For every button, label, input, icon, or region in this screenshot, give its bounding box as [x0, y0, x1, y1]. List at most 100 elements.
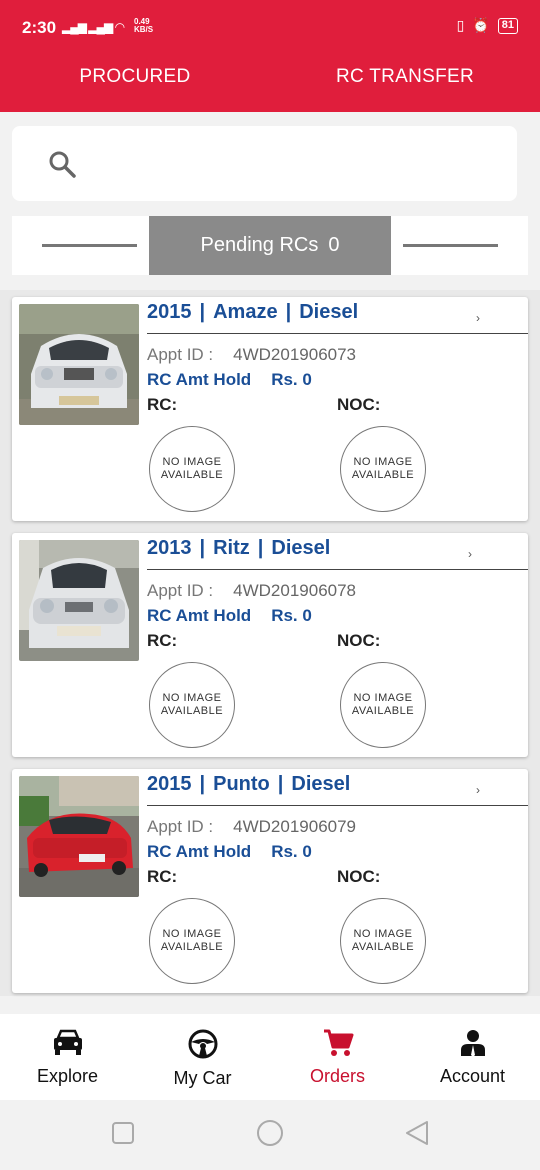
nav-orders[interactable]: Orders	[270, 1014, 405, 1100]
search-input[interactable]	[12, 126, 517, 201]
no-image-line1: NO IMAGE	[353, 692, 413, 704]
divider-left	[42, 244, 137, 247]
noc-image-placeholder[interactable]: NO IMAGE AVAILABLE	[340, 662, 426, 748]
chevron-right-icon[interactable]: ›	[468, 547, 472, 561]
appt-row: Appt ID : 4WD201906078	[147, 581, 356, 601]
car-photo	[19, 776, 139, 897]
appt-label: Appt ID :	[147, 581, 214, 600]
car-year: 2015	[147, 301, 192, 323]
app-header: 2:30 ▂▄▆ ▂▄▆ ◠ 0.49 KB/S ▯ ⏰ 81 PROCURED…	[0, 0, 540, 112]
alarm-icon: ⏰	[472, 17, 490, 33]
system-nav-bar	[0, 1100, 540, 1170]
pending-rcs-bar: Pending RCs 0	[12, 216, 528, 275]
nav-label: Explore	[36, 1066, 99, 1086]
noc-label: NOC:	[337, 631, 381, 650]
title-divider	[147, 805, 528, 806]
no-image-line1: NO IMAGE	[353, 928, 413, 940]
chevron-right-icon[interactable]: ›	[476, 311, 480, 325]
rc-card[interactable]: 2015 | Punto | Diesel › Appt ID : 4WD20190607…	[12, 769, 528, 993]
noc-image-placeholder[interactable]: NO IMAGE AVAILABLE	[340, 426, 426, 512]
signal-icon: ▂▄▆ ▂▄▆ ◠	[62, 20, 125, 34]
no-image-line1: NO IMAGE	[162, 456, 222, 468]
bottom-nav: Explore My Car Orders Account	[0, 1014, 540, 1100]
car-photo	[19, 304, 139, 425]
no-image-line2: AVAILABLE	[351, 705, 415, 717]
tab-rc-transfer[interactable]: RC TRANSFER	[270, 56, 540, 98]
car-model: Punto	[213, 773, 270, 795]
search-icon	[49, 151, 76, 178]
car-title: 2015 | Amaze | Diesel	[147, 301, 359, 323]
car-fuel: Diesel	[291, 773, 351, 795]
title-divider	[147, 569, 528, 570]
divider-right	[403, 244, 498, 247]
status-right: ▯ ⏰ 81	[457, 17, 518, 34]
rc-amount-label: RC Amt Hold	[147, 606, 252, 625]
rc-label: RC:	[147, 867, 178, 886]
noc-image-placeholder[interactable]: NO IMAGE AVAILABLE	[340, 898, 426, 984]
car-fuel: Diesel	[299, 301, 359, 323]
no-image-line2: AVAILABLE	[160, 941, 224, 953]
no-image-line1: NO IMAGE	[162, 692, 222, 704]
back-icon[interactable]	[406, 1121, 428, 1145]
status-time: 2:30	[22, 18, 57, 37]
tab-procured[interactable]: PROCURED	[0, 56, 270, 98]
nav-explore[interactable]: Explore	[0, 1014, 135, 1100]
car-title: 2013 | Ritz | Diesel	[147, 537, 331, 559]
appt-row: Appt ID : 4WD201906073	[147, 345, 356, 365]
pending-label: Pending RCs	[200, 234, 319, 256]
net-speed: 0.49 KB/S	[134, 18, 153, 34]
no-image-line2: AVAILABLE	[351, 941, 415, 953]
no-image-line1: NO IMAGE	[353, 456, 413, 468]
nav-account[interactable]: Account	[405, 1014, 540, 1100]
rc-amount-label: RC Amt Hold	[147, 370, 252, 389]
home-icon[interactable]	[257, 1120, 283, 1146]
title-divider	[147, 333, 528, 334]
cart-icon	[323, 1029, 353, 1056]
car-year: 2013	[147, 537, 192, 559]
pending-count: 0	[328, 234, 340, 256]
account-icon	[460, 1030, 485, 1057]
net-speed-unit: KB/S	[134, 25, 154, 34]
appt-id: 4WD201906073	[233, 345, 357, 364]
rc-amount-row: RC Amt Hold Rs. 0	[147, 842, 312, 862]
car-fuel: Diesel	[271, 537, 331, 559]
rc-amount-value: Rs. 0	[271, 370, 312, 389]
car-year: 2015	[147, 773, 192, 795]
noc-label: NOC:	[337, 867, 381, 886]
car-icon	[53, 1029, 82, 1055]
no-image-line2: AVAILABLE	[351, 469, 415, 481]
rc-amount-row: RC Amt Hold Rs. 0	[147, 606, 312, 626]
rc-card[interactable]: 2015 | Amaze | Diesel › Appt ID : 4WD20190607…	[12, 297, 528, 521]
rc-image-placeholder[interactable]: NO IMAGE AVAILABLE	[149, 898, 235, 984]
rc-amount-row: RC Amt Hold Rs. 0	[147, 370, 312, 390]
status-bar: 2:30 ▂▄▆ ▂▄▆ ◠ 0.49 KB/S ▯ ⏰ 81	[0, 0, 540, 56]
appt-label: Appt ID :	[147, 345, 214, 364]
steering-wheel-icon	[188, 1029, 217, 1059]
rc-card[interactable]: 2013 | Ritz | Diesel › Appt ID : 4WD201906078…	[12, 533, 528, 757]
rc-label: RC:	[147, 395, 178, 414]
nav-my-car[interactable]: My Car	[135, 1014, 270, 1100]
car-title: 2015 | Punto | Diesel	[147, 773, 351, 795]
appt-id: 4WD201906079	[233, 817, 357, 836]
appt-label: Appt ID :	[147, 817, 214, 836]
car-photo	[19, 540, 139, 661]
rc-amount-value: Rs. 0	[271, 606, 312, 625]
no-image-line1: NO IMAGE	[162, 928, 222, 940]
vibrate-icon: ▯	[456, 17, 465, 33]
nav-label: Orders	[309, 1066, 365, 1086]
recents-icon[interactable]	[112, 1122, 134, 1144]
nav-label: My Car	[173, 1068, 232, 1088]
appt-row: Appt ID : 4WD201906079	[147, 817, 356, 837]
no-image-line2: AVAILABLE	[160, 469, 224, 481]
top-tabs: PROCURED RC TRANSFER	[0, 56, 540, 98]
rc-image-placeholder[interactable]: NO IMAGE AVAILABLE	[149, 426, 235, 512]
battery-icon: 81	[497, 17, 518, 34]
rc-label: RC:	[147, 631, 178, 650]
pending-rcs-pill[interactable]: Pending RCs 0	[149, 216, 391, 275]
chevron-right-icon[interactable]: ›	[476, 783, 480, 797]
rc-image-placeholder[interactable]: NO IMAGE AVAILABLE	[149, 662, 235, 748]
no-image-line2: AVAILABLE	[160, 705, 224, 717]
noc-label: NOC:	[337, 395, 381, 414]
car-model: Amaze	[213, 301, 278, 323]
car-model: Ritz	[213, 537, 250, 559]
